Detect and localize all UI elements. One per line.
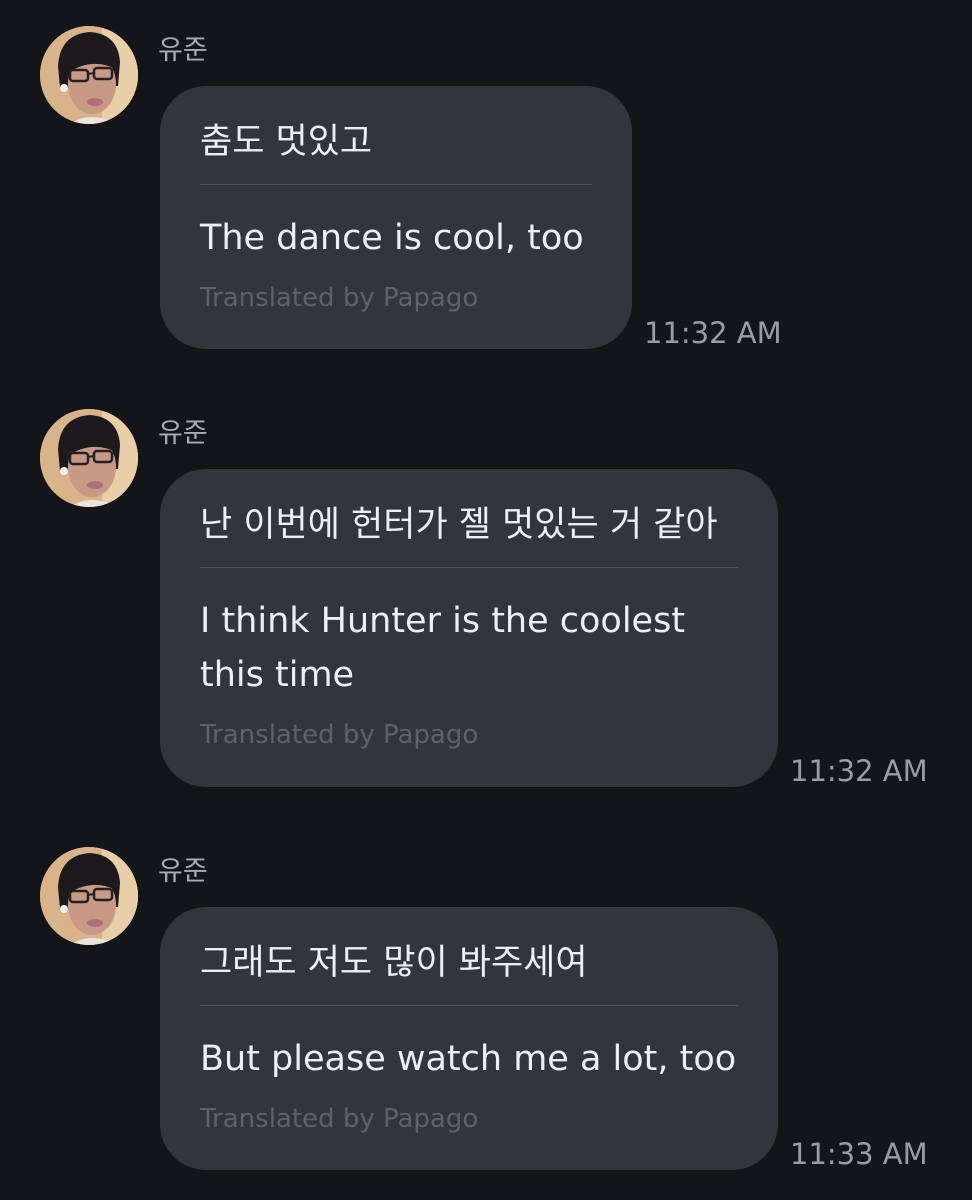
message-bubble[interactable]: 춤도 멋있고 The dance is cool, too Translated… <box>160 86 632 349</box>
translation-credit: Translated by Papago <box>200 720 479 750</box>
timestamp: 11:32 AM <box>644 316 782 350</box>
sender-name: 유준 <box>158 856 208 887</box>
translation-credit: Translated by Papago <box>200 1104 479 1134</box>
translated-text: But please watch me a lot, too <box>200 1039 737 1079</box>
translated-text: The dance is cool, too <box>200 218 584 258</box>
timestamp: 11:32 AM <box>790 754 928 788</box>
message-bubble[interactable]: 난 이번에 헌터가 젤 멋있는 거 같아 I think Hunter is t… <box>160 469 778 787</box>
avatar[interactable] <box>40 409 138 507</box>
avatar[interactable] <box>40 847 138 945</box>
avatar[interactable] <box>40 26 138 124</box>
timestamp: 11:33 AM <box>790 1137 928 1171</box>
message-bubble[interactable]: 그래도 저도 많이 봐주세여 But please watch me a lot… <box>160 907 778 1170</box>
translated-text: I think Hunter is the coolest this time <box>200 601 686 695</box>
sender-name: 유준 <box>158 418 208 449</box>
original-text: 난 이번에 헌터가 젤 멋있는 거 같아 <box>200 501 738 568</box>
translation-credit: Translated by Papago <box>200 283 479 313</box>
original-text: 그래도 저도 많이 봐주세여 <box>200 939 738 1006</box>
sender-name: 유준 <box>158 35 208 66</box>
original-text: 춤도 멋있고 <box>200 118 592 185</box>
